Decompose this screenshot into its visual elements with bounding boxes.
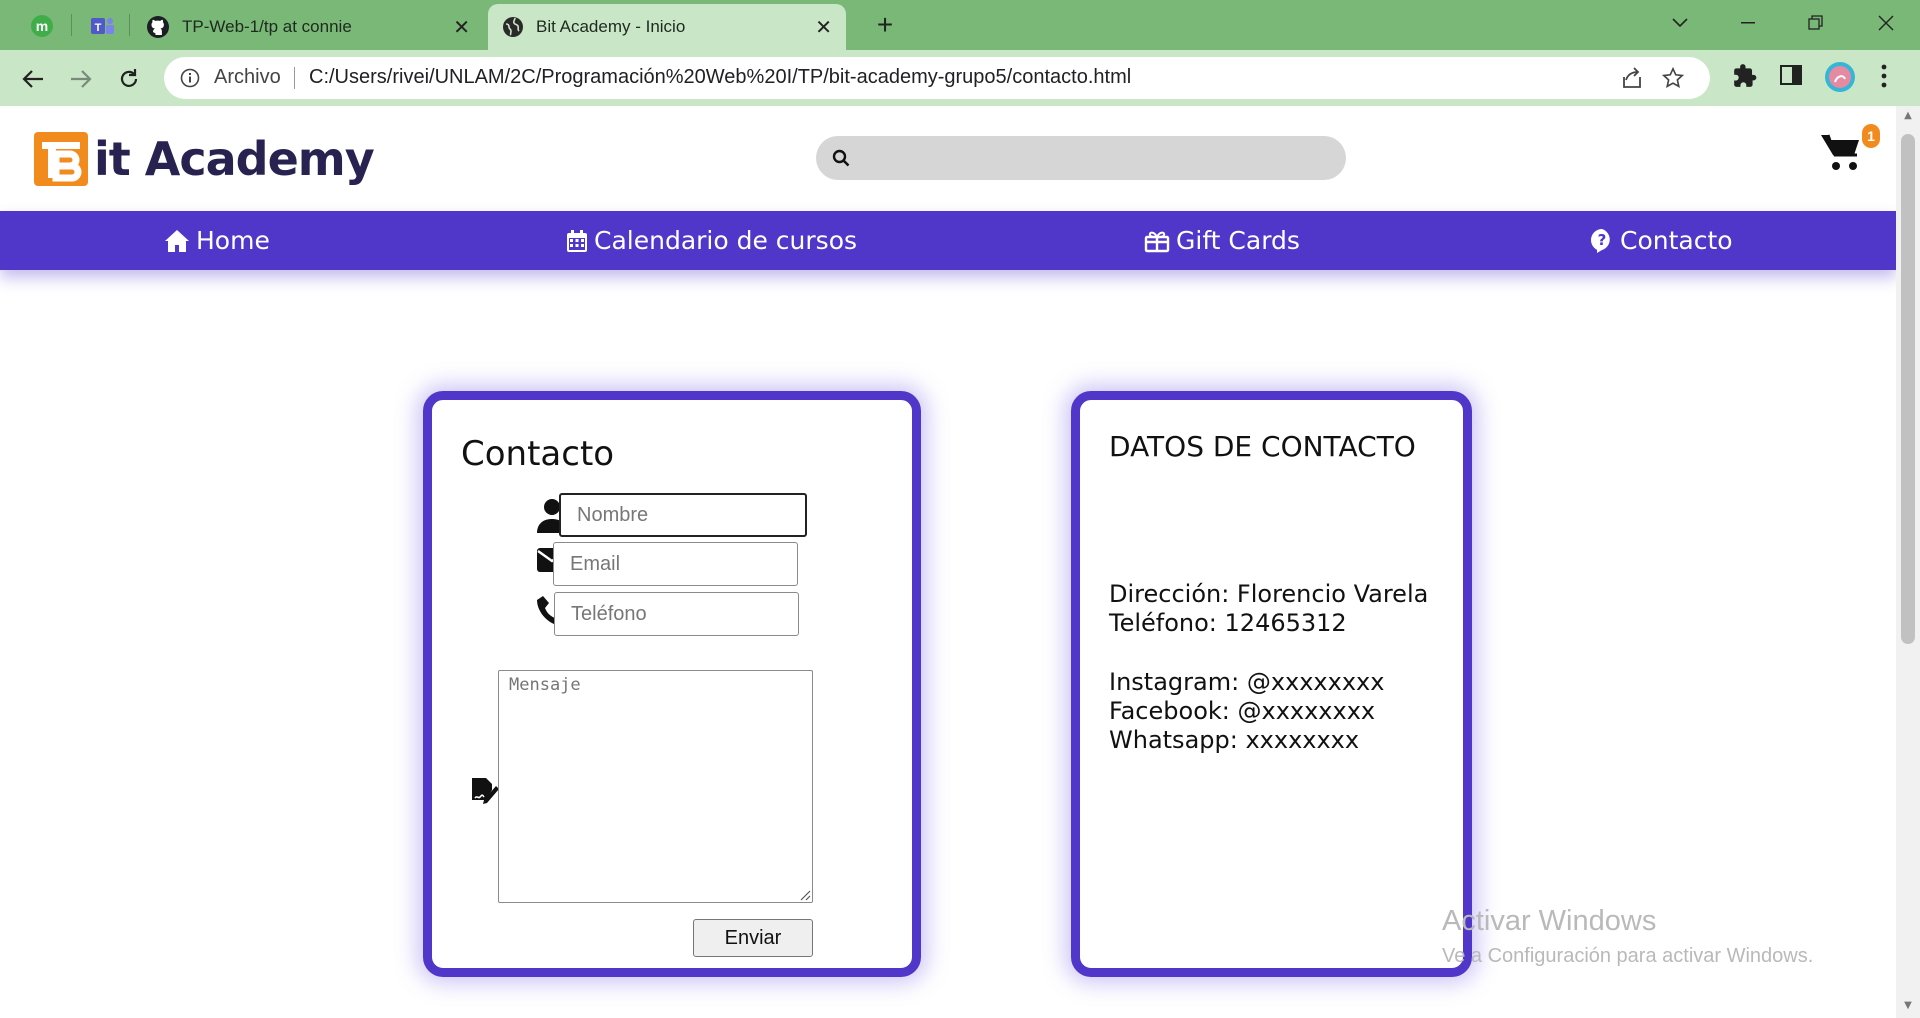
info-title: DATOS DE CONTACTO bbox=[1109, 430, 1416, 463]
address-bar[interactable]: Archivo C:/Users/rivei/UNLAM/2C/Programa… bbox=[164, 57, 1710, 99]
arrow-right-icon bbox=[71, 70, 92, 88]
close-icon[interactable]: ✕ bbox=[815, 15, 832, 40]
arrow-left-icon bbox=[22, 70, 43, 88]
extensions-icon[interactable] bbox=[1732, 63, 1758, 89]
facebook-text: Facebook: @xxxxxxxx bbox=[1109, 697, 1376, 725]
svg-text:m: m bbox=[36, 18, 48, 34]
logo[interactable]: it Academy bbox=[32, 130, 375, 188]
tab-github[interactable]: TP-Web-1/tp at connie ✕ bbox=[132, 4, 484, 50]
home-icon bbox=[165, 229, 189, 252]
url-text[interactable]: C:/Users/rivei/UNLAM/2C/Programación%20W… bbox=[309, 66, 1131, 89]
avatar[interactable] bbox=[1824, 61, 1856, 93]
forward-button[interactable] bbox=[64, 62, 98, 96]
close-icon[interactable]: ✕ bbox=[453, 15, 470, 40]
phone-text: Teléfono: 12465312 bbox=[1109, 609, 1347, 637]
tab-search-icon[interactable] bbox=[1656, 6, 1704, 40]
nav-item-home[interactable]: Home bbox=[164, 211, 270, 270]
name-field[interactable] bbox=[559, 493, 807, 537]
tab-divider bbox=[71, 14, 72, 36]
sidebar-icon[interactable] bbox=[1779, 63, 1803, 87]
form-title: Contacto bbox=[461, 434, 615, 474]
whatsapp-text: Whatsapp: xxxxxxxx bbox=[1109, 726, 1360, 754]
logo-text: it Academy bbox=[94, 132, 375, 186]
menu-dots-icon[interactable] bbox=[1880, 63, 1888, 89]
phone-field[interactable] bbox=[554, 592, 799, 636]
browser-tab-bar: m T TP-Web-1/tp at connie ✕ Bit Academy … bbox=[0, 0, 1920, 50]
globe-icon bbox=[503, 17, 523, 37]
divider bbox=[294, 67, 295, 89]
search-input[interactable] bbox=[816, 136, 1346, 180]
teams-icon[interactable]: T bbox=[84, 10, 120, 42]
cart-icon[interactable] bbox=[1820, 132, 1862, 172]
new-tab-button[interactable]: + bbox=[868, 9, 902, 40]
instagram-text: Instagram: @xxxxxxxx bbox=[1109, 668, 1385, 696]
restore-button[interactable] bbox=[1792, 6, 1840, 40]
contact-info-card: DATOS DE CONTACTO Dirección: Florencio V… bbox=[1071, 391, 1472, 977]
nav-item-label: Contacto bbox=[1620, 226, 1733, 255]
minimize-button[interactable] bbox=[1724, 6, 1772, 40]
svg-text:?: ? bbox=[1598, 231, 1607, 249]
scroll-down-icon[interactable]: ▼ bbox=[1901, 1000, 1915, 1014]
resize-handle-icon[interactable] bbox=[799, 889, 811, 901]
tab-bit-academy[interactable]: Bit Academy - Inicio ✕ bbox=[488, 4, 846, 50]
question-circle-icon: ? bbox=[1590, 228, 1610, 253]
logo-mark bbox=[34, 132, 88, 186]
meet-icon[interactable]: m bbox=[24, 10, 60, 42]
activation-watermark-title: Activar Windows bbox=[1442, 905, 1657, 937]
main-nav: Home Calendario de cursos Gift Cards ? C… bbox=[0, 211, 1896, 270]
nav-item-contacto[interactable]: ? Contacto bbox=[1590, 211, 1733, 270]
calendar-icon bbox=[567, 229, 587, 252]
gift-icon bbox=[1144, 231, 1170, 252]
activation-watermark-subtitle: Ve a Configuración para activar Windows. bbox=[1442, 945, 1814, 967]
nav-item-calendario[interactable]: Calendario de cursos bbox=[566, 211, 857, 270]
share-icon[interactable] bbox=[1620, 67, 1644, 89]
close-window-button[interactable] bbox=[1862, 6, 1910, 40]
scroll-up-icon[interactable]: ▲ bbox=[1901, 110, 1915, 124]
back-button[interactable] bbox=[16, 62, 50, 96]
page-content: it Academy 1 Home Calendario de cursos G… bbox=[0, 106, 1896, 1018]
tab-divider bbox=[129, 14, 130, 36]
svg-text:T: T bbox=[95, 22, 102, 34]
tab-title: TP-Web-1/tp at connie bbox=[182, 17, 352, 36]
reload-button[interactable] bbox=[112, 62, 146, 96]
tab-title: Bit Academy - Inicio bbox=[536, 17, 686, 36]
github-icon bbox=[147, 16, 169, 38]
email-field[interactable] bbox=[553, 542, 798, 586]
scroll-thumb[interactable] bbox=[1901, 134, 1915, 644]
file-signature-icon bbox=[472, 778, 499, 804]
info-icon[interactable] bbox=[180, 68, 200, 88]
nav-item-label: Home bbox=[196, 226, 270, 255]
address-text: Dirección: Florencio Varela bbox=[1109, 580, 1429, 608]
browser-toolbar: Archivo C:/Users/rivei/UNLAM/2C/Programa… bbox=[0, 50, 1920, 106]
scheme-label: Archivo bbox=[214, 66, 281, 88]
reload-icon bbox=[120, 69, 138, 87]
nav-item-gift-cards[interactable]: Gift Cards bbox=[1144, 211, 1300, 270]
message-textarea[interactable] bbox=[498, 670, 813, 903]
cart-badge: 1 bbox=[1862, 124, 1880, 148]
send-button[interactable]: Enviar bbox=[693, 919, 813, 957]
star-icon[interactable] bbox=[1662, 67, 1684, 89]
search-icon bbox=[832, 149, 850, 167]
nav-item-label: Calendario de cursos bbox=[594, 226, 858, 255]
contact-form-card: Contacto Enviar bbox=[423, 391, 921, 977]
nav-item-label: Gift Cards bbox=[1176, 226, 1300, 255]
page-scrollbar[interactable]: ▲ ▼ bbox=[1896, 106, 1920, 1018]
